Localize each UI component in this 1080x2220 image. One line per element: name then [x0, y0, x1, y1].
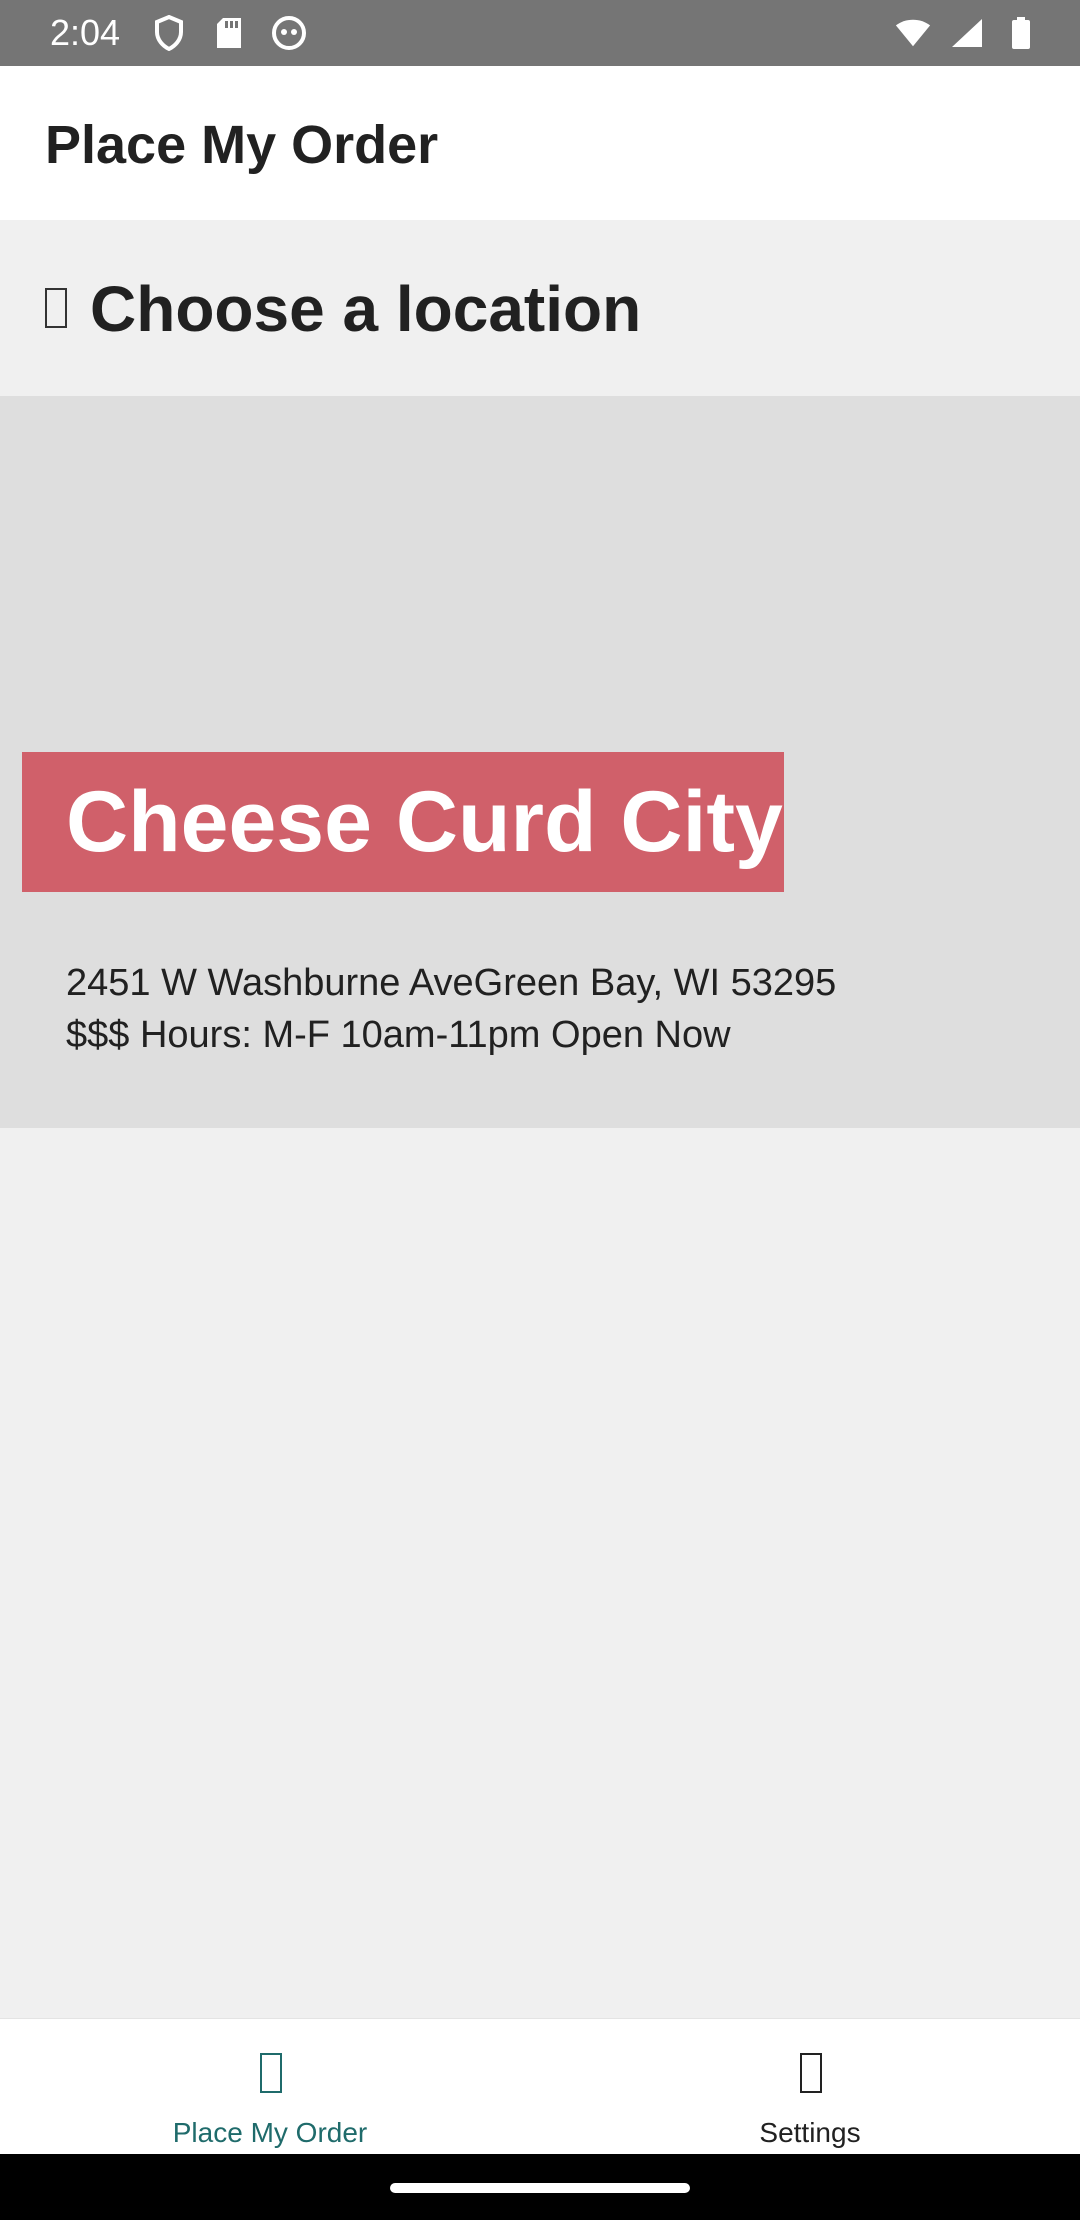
nav-item-place-my-order[interactable]: Place My Order	[0, 2019, 540, 2155]
wifi-icon	[894, 14, 932, 52]
glyph-placeholder-icon	[260, 2053, 282, 2093]
shield-icon	[150, 14, 188, 52]
bottom-navigation: Place My Order Settings	[0, 2018, 1080, 2154]
location-address: 2451 W Washburne AveGreen Bay, WI 53295	[66, 962, 837, 1004]
status-icons-left	[150, 14, 308, 52]
app-bar: Place My Order	[0, 66, 1080, 220]
status-bar: 2:04	[0, 0, 1080, 66]
android-icon	[270, 14, 308, 52]
nav-item-settings[interactable]: Settings	[540, 2019, 1080, 2155]
nav-label-place-my-order: Place My Order	[172, 2117, 368, 2148]
status-icons-right	[894, 14, 1040, 52]
location-name: Cheese Curd City	[66, 773, 783, 870]
battery-icon	[1002, 14, 1040, 52]
cellular-signal-icon	[948, 14, 986, 52]
glyph-placeholder-icon	[45, 288, 67, 328]
app-title: Place My Order	[45, 115, 439, 175]
system-navigation-bar	[0, 2154, 1080, 2220]
sd-card-icon	[210, 14, 248, 52]
location-card[interactable]: Cheese Curd City 2451 W Washburne AveGre…	[0, 396, 1080, 1128]
location-details: $$$ Hours: M-F 10am-11pm Open Now	[66, 1014, 731, 1056]
glyph-placeholder-icon	[800, 2053, 822, 2093]
location-header: Choose a location	[0, 220, 1080, 396]
nav-label-settings: Settings	[759, 2117, 861, 2148]
location-name-banner[interactable]: Cheese Curd City	[22, 752, 784, 892]
home-gesture-handle[interactable]	[390, 2183, 690, 2193]
page-title: Choose a location	[90, 273, 642, 345]
status-time: 2:04	[50, 12, 121, 53]
